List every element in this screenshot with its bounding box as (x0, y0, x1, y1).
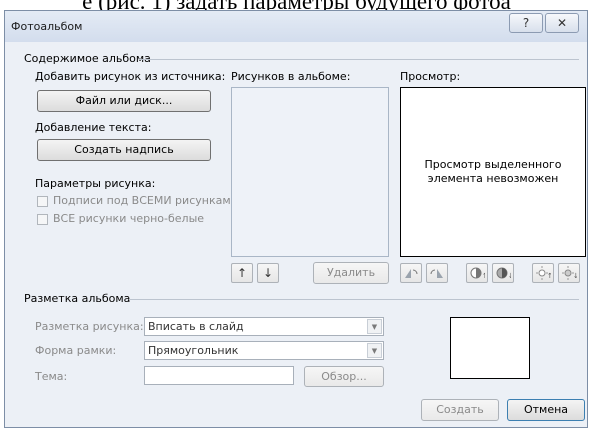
picture-layout-select[interactable]: Вписать в слайд ▼ (144, 317, 384, 336)
theme-input[interactable] (144, 366, 294, 385)
theme-label: Тема: (35, 370, 68, 383)
album-layout-group-label: Разметка альбома (24, 292, 131, 305)
create-caption-button[interactable]: Создать надпись (37, 139, 211, 161)
photo-album-dialog: Фотоальбом ? ✕ Содержимое альбома Добави… (4, 10, 588, 428)
create-button[interactable]: Создать (421, 399, 499, 421)
rotate-right-icon (430, 269, 443, 278)
help-icon: ? (522, 16, 530, 30)
rotate-right-button[interactable] (426, 263, 448, 283)
add-picture-label: Добавить рисунок из источника: (35, 70, 226, 83)
chevron-down-icon: ▼ (367, 343, 382, 358)
arrow-down-icon: ↓ (262, 266, 274, 280)
help-button[interactable]: ? (509, 13, 543, 33)
all-pictures-bw-checkbox[interactable] (37, 214, 48, 225)
brightness-increase-icon: ↑ (536, 266, 551, 280)
dialog-titlebar: Фотоальбом ? ✕ (5, 11, 587, 42)
brightness-decrease-button[interactable]: ↓ (558, 263, 580, 283)
preview-label: Просмотр: (400, 70, 461, 83)
picture-options-label: Параметры рисунка: (35, 177, 156, 190)
close-icon: ✕ (556, 16, 568, 30)
rotate-left-button[interactable] (400, 263, 422, 283)
svg-text:↑: ↑ (547, 272, 551, 280)
pictures-in-album-label: Рисунков в альбоме: (231, 70, 351, 83)
frame-shape-select[interactable]: Прямоугольник ▼ (144, 341, 384, 360)
all-pictures-bw-label: ВСЕ рисунки черно-белые (53, 212, 205, 225)
move-down-button[interactable]: ↓ (257, 263, 279, 283)
svg-text:↑: ↑ (482, 272, 485, 280)
contrast-decrease-button[interactable]: ↓ (492, 263, 514, 283)
remove-button[interactable]: Удалить (313, 262, 389, 284)
layout-preview-box (450, 317, 530, 379)
picture-layout-label: Разметка рисунка: (35, 320, 144, 333)
rotate-left-icon (405, 269, 418, 278)
frame-shape-label: Форма рамки: (35, 344, 117, 357)
brightness-increase-button[interactable]: ↑ (532, 263, 554, 283)
chevron-down-icon: ▼ (367, 319, 382, 334)
close-button[interactable]: ✕ (545, 13, 579, 33)
contrast-increase-button[interactable]: ↑ (466, 263, 488, 283)
frame-shape-value: Прямоугольник (148, 344, 239, 357)
preview-message: Просмотр выделенного элемента невозможен (424, 158, 562, 185)
svg-text:↓: ↓ (573, 272, 577, 280)
svg-text:↓: ↓ (508, 272, 511, 280)
brightness-decrease-icon: ↓ (562, 266, 577, 280)
contrast-decrease-icon: ↓ (496, 267, 511, 280)
dialog-title: Фотоальбом (11, 20, 83, 33)
preview-pane: Просмотр выделенного элемента невозможен (400, 87, 586, 257)
cancel-button[interactable]: Отмена (507, 399, 585, 421)
file-or-disk-button[interactable]: Файл или диск... (37, 90, 211, 112)
captions-all-pictures-label: Подписи под ВСЕМИ рисунками (53, 194, 238, 207)
pictures-in-album-list[interactable] (231, 87, 389, 257)
album-content-group-label: Содержимое альбома (24, 52, 151, 65)
browse-button[interactable]: Обзор... (304, 366, 384, 387)
picture-layout-value: Вписать в слайд (148, 320, 244, 333)
album-content-divider (139, 59, 579, 60)
album-layout-divider (129, 299, 579, 300)
arrow-up-icon: ↑ (236, 266, 248, 280)
add-text-label: Добавление текста: (35, 121, 152, 134)
move-up-button[interactable]: ↑ (231, 263, 253, 283)
captions-all-pictures-checkbox[interactable] (37, 196, 48, 207)
contrast-increase-icon: ↑ (470, 267, 485, 280)
